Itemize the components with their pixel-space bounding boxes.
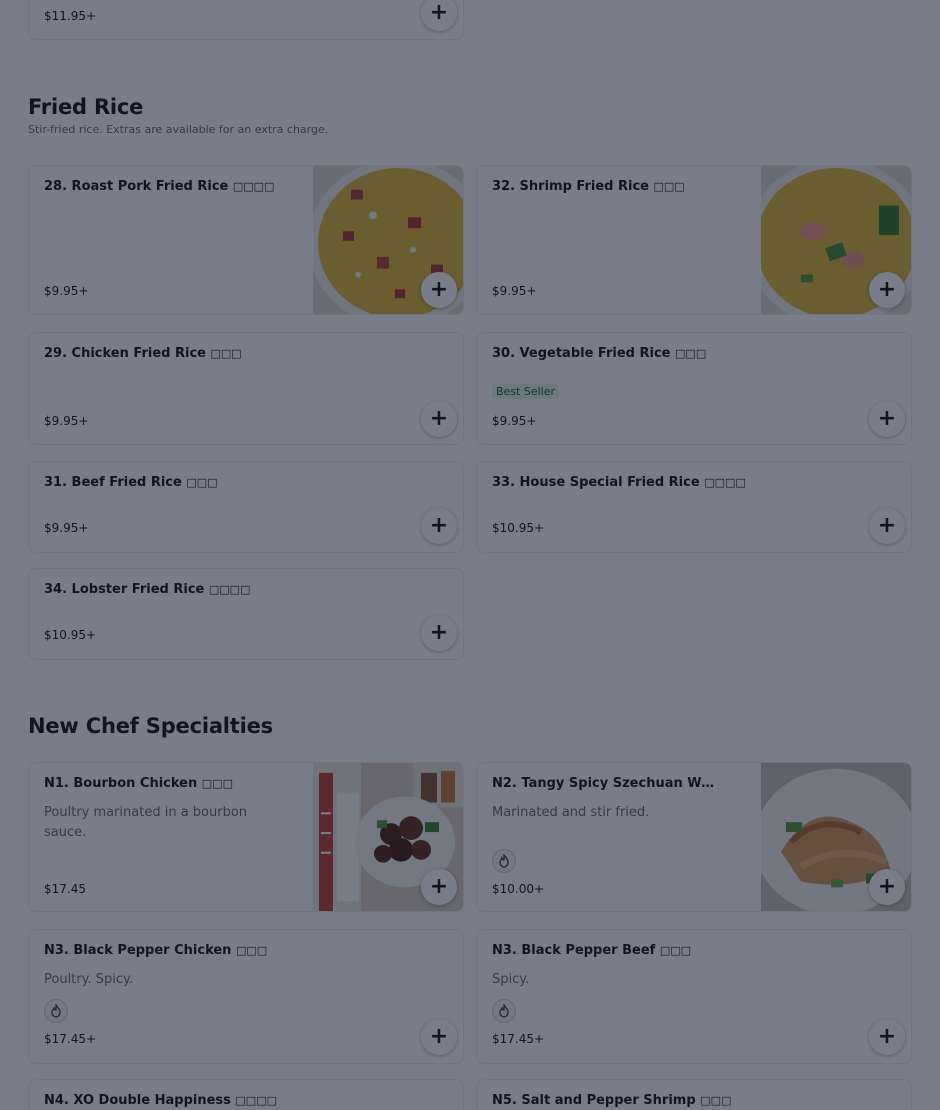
- add-item-button[interactable]: +: [869, 1019, 905, 1055]
- item-chinese-name: □□□: [653, 180, 685, 193]
- spicy-indicator: [44, 999, 68, 1023]
- add-item-button[interactable]: +: [421, 401, 457, 437]
- add-item-button[interactable]: +: [421, 508, 457, 544]
- item-name: 28. Roast Pork Fried Rice □□□□: [44, 179, 275, 194]
- add-item-button[interactable]: +: [869, 401, 905, 437]
- plus-icon: +: [877, 277, 897, 302]
- item-name: 30. Vegetable Fried Rice □□□: [492, 346, 707, 361]
- item-chinese-name: □□□□: [232, 180, 275, 193]
- plus-icon: +: [429, 620, 449, 645]
- add-item-button[interactable]: +: [421, 1019, 457, 1055]
- item-price: $9.95+: [492, 284, 537, 298]
- item-name: N1. Bourbon Chicken □□□: [44, 776, 233, 791]
- menu-item-card[interactable]: N3. Black Pepper Beef □□□ Spicy. $17.45+…: [476, 929, 912, 1064]
- best-seller-badge: Best Seller: [492, 384, 560, 399]
- flame-icon: [51, 1004, 61, 1018]
- plus-icon: +: [429, 1024, 449, 1049]
- item-name: N2. Tangy Spicy Szechuan Won...: [492, 776, 722, 791]
- spicy-indicator: [492, 849, 516, 873]
- menu-item-card[interactable]: 28. Roast Pork Fried Rice □□□□ $9.95+ +: [28, 165, 464, 315]
- item-description: Poultry marinated in a bourbon sauce.: [44, 805, 248, 840]
- item-price: $9.95+: [44, 284, 89, 298]
- item-chinese-name: □□□: [186, 476, 218, 489]
- add-item-button[interactable]: +: [421, 869, 457, 905]
- add-item-button[interactable]: +: [421, 272, 457, 308]
- plus-icon: +: [429, 406, 449, 431]
- item-price: $10.95+: [492, 521, 545, 535]
- plus-icon: +: [877, 874, 897, 899]
- item-description: Spicy.: [492, 972, 530, 987]
- spicy-indicator: [492, 999, 516, 1023]
- item-price: $9.95+: [44, 414, 89, 428]
- item-chinese-name: □□□: [700, 1094, 732, 1107]
- item-name: N3. Black Pepper Beef □□□: [492, 943, 692, 958]
- menu-item-card[interactable]: 31. Beef Fried Rice □□□ $9.95+ +: [28, 461, 464, 553]
- menu-item-card[interactable]: N4. XO Double Happiness □□□□: [28, 1079, 464, 1110]
- add-item-button[interactable]: +: [421, 0, 457, 31]
- add-item-button[interactable]: +: [869, 869, 905, 905]
- add-item-button[interactable]: +: [869, 508, 905, 544]
- item-price: $9.95+: [492, 414, 537, 428]
- item-chinese-name: □□□□: [208, 583, 251, 596]
- plus-icon: +: [429, 277, 449, 302]
- item-name: N3. Black Pepper Chicken □□□: [44, 943, 268, 958]
- item-description: Poultry. Spicy.: [44, 972, 133, 987]
- item-price: $17.45+: [492, 1032, 545, 1046]
- menu-item-card[interactable]: N5. Salt and Pepper Shrimp □□□: [476, 1079, 912, 1110]
- item-name: 31. Beef Fried Rice □□□: [44, 475, 218, 490]
- section-subtitle-fried-rice: Stir-fried rice. Extras are available fo…: [28, 123, 329, 136]
- item-name: 32. Shrimp Fried Rice □□□: [492, 179, 685, 194]
- item-chinese-name: □□□: [235, 944, 268, 957]
- item-chinese-name: □□□: [201, 777, 233, 790]
- plus-icon: +: [877, 513, 897, 538]
- menu-item-card[interactable]: 29. Chicken Fried Rice □□□ $9.95+ +: [28, 332, 464, 445]
- item-price: $10.00+: [492, 882, 545, 896]
- plus-icon: +: [429, 874, 449, 899]
- item-chinese-name: □□□□: [704, 476, 746, 489]
- item-name: 33. House Special Fried Rice □□□□: [492, 475, 746, 490]
- item-chinese-name: □□□: [659, 944, 692, 957]
- item-name: N4. XO Double Happiness □□□□: [44, 1093, 277, 1108]
- plus-icon: +: [877, 406, 897, 431]
- menu-item-card[interactable]: 34. Lobster Fried Rice □□□□ $10.95+ +: [28, 568, 464, 660]
- item-price: $11.95+: [44, 9, 97, 23]
- item-price: $9.95+: [44, 521, 89, 535]
- item-price: $17.45: [44, 882, 86, 896]
- item-price: $10.95+: [44, 628, 97, 642]
- section-title-new-chef-specialties: New Chef Specialties: [28, 714, 273, 738]
- item-name: 34. Lobster Fried Rice □□□□: [44, 582, 251, 597]
- add-item-button[interactable]: +: [869, 272, 905, 308]
- menu-item-card[interactable]: N3. Black Pepper Chicken □□□ Poultry. Sp…: [28, 929, 464, 1064]
- item-chinese-name: □□□□: [235, 1094, 277, 1107]
- plus-icon: +: [429, 513, 449, 538]
- item-name: N5. Salt and Pepper Shrimp □□□: [492, 1093, 732, 1108]
- plus-icon: +: [429, 0, 449, 25]
- menu-item-card[interactable]: 32. Shrimp Fried Rice □□□ $9.95+ +: [476, 165, 912, 315]
- item-description: Marinated and stir fried.: [492, 805, 650, 820]
- plus-icon: +: [877, 1024, 897, 1049]
- menu-item-card[interactable]: $11.95+ +: [28, 0, 464, 40]
- menu-item-card[interactable]: N1. Bourbon Chicken □□□ Poultry marinate…: [28, 762, 464, 912]
- menu-item-card[interactable]: 33. House Special Fried Rice □□□□ $10.95…: [476, 461, 912, 553]
- item-name: 29. Chicken Fried Rice □□□: [44, 346, 242, 361]
- flame-icon: [499, 1004, 509, 1018]
- add-item-button[interactable]: +: [421, 615, 457, 651]
- item-price: $17.45+: [44, 1032, 97, 1046]
- menu-page: $11.95+ + Fried Rice Stir-fried rice. Ex…: [0, 0, 940, 1110]
- item-chinese-name: □□□: [675, 347, 707, 360]
- flame-icon: [499, 854, 509, 868]
- item-chinese-name: □□□: [210, 347, 242, 360]
- menu-item-card[interactable]: 30. Vegetable Fried Rice □□□ Best Seller…: [476, 332, 912, 445]
- section-title-fried-rice: Fried Rice: [28, 95, 144, 119]
- menu-item-card[interactable]: N2. Tangy Spicy Szechuan Won... Marinate…: [476, 762, 912, 912]
